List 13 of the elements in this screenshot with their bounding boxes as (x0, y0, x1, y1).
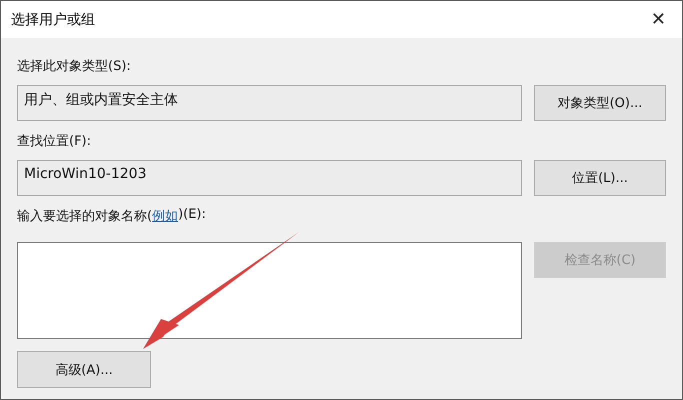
close-button[interactable]: ✕ (644, 9, 672, 30)
field-label: )(E): (178, 207, 206, 224)
names-input-field[interactable] (17, 242, 522, 339)
example-link[interactable]: 例如 (152, 207, 178, 227)
dialog-button[interactable]: 位置(L)... (534, 160, 666, 196)
field-label: 查找位置(F): (17, 133, 92, 151)
read-only-field: MicroWin10-1203 (17, 160, 522, 196)
window-title: 选择用户或组 (11, 10, 95, 28)
field-label: 输入要选择的对象名称( (17, 208, 152, 226)
dialog-button[interactable]: 对象类型(O)... (534, 85, 666, 121)
read-only-field: 用户、组或内置安全主体 (17, 85, 522, 121)
advanced-button[interactable]: 高级(A)... (17, 351, 151, 388)
field-label: 选择此对象类型(S): (17, 58, 132, 76)
